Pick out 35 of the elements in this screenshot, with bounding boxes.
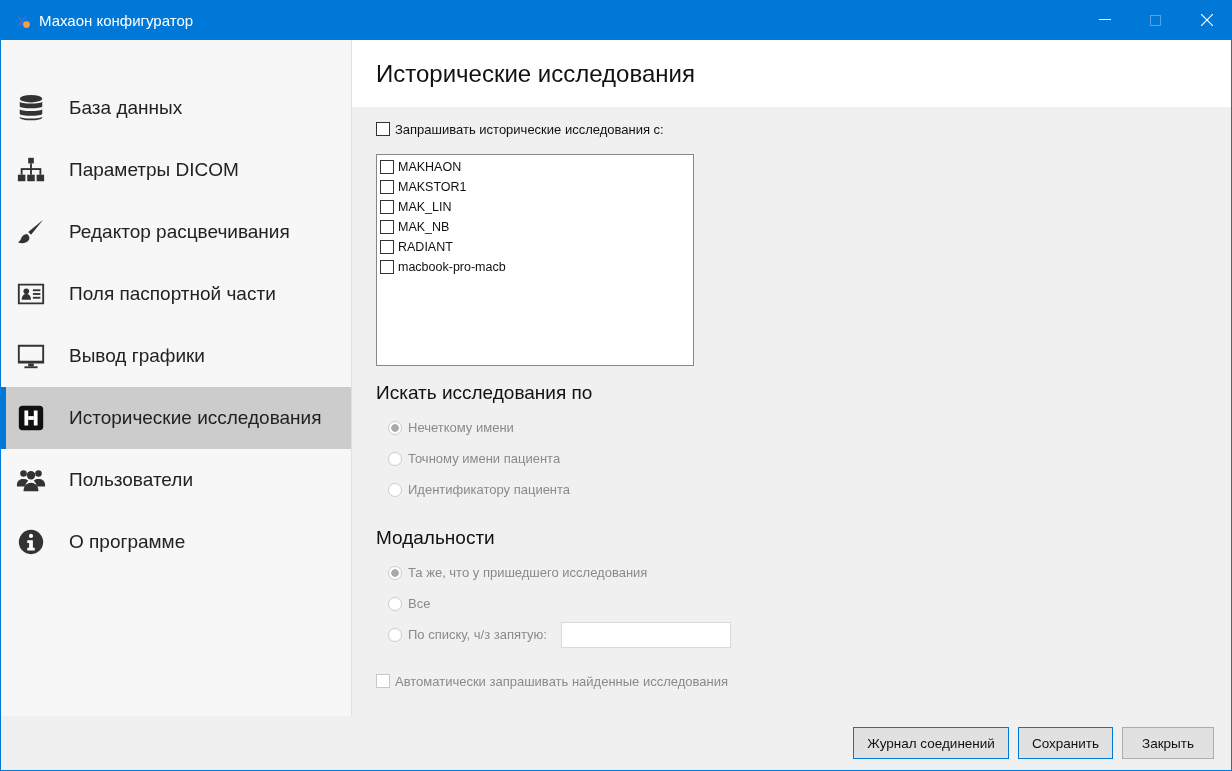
section-heading: Модальности (376, 527, 496, 549)
section-heading: Искать исследования по (376, 382, 594, 404)
sidebar-item[interactable]: Поля паспортной части (1, 263, 351, 325)
checkbox[interactable] (380, 180, 394, 194)
server-item[interactable]: RADIANT (380, 237, 690, 257)
sidebar-item[interactable]: Исторические исследования (1, 387, 351, 449)
sidebar-item[interactable]: Вывод графики (1, 325, 351, 387)
h-square-icon (16, 403, 46, 433)
dialog-button[interactable]: Сохранить (1017, 727, 1113, 759)
server-item[interactable]: MAK_NB (380, 217, 690, 237)
checkbox[interactable] (376, 122, 390, 136)
close-icon[interactable] (1201, 14, 1213, 26)
checkbox[interactable] (380, 260, 394, 274)
checkbox[interactable] (380, 200, 394, 214)
page-title: Исторические исследования (376, 59, 695, 88)
info-icon (16, 527, 46, 557)
sidebar-item[interactable]: Пользователи (1, 449, 351, 511)
sidebar-item[interactable]: Параметры DICOM (1, 139, 351, 201)
server-item[interactable]: MAKHAON (380, 157, 690, 177)
dialog-button[interactable]: Закрыть (1122, 727, 1214, 759)
window-title: Махаон конфигуратор (39, 11, 194, 29)
sidebar-item[interactable]: База данных (1, 77, 351, 139)
dialog-button[interactable]: Журнал соединений (853, 727, 1009, 759)
query-checkbox[interactable]: Запрашивать исторические исследования с: (376, 119, 1231, 139)
server-item[interactable]: MAKSTOR1 (380, 177, 690, 197)
checkbox[interactable] (380, 160, 394, 174)
butterfly-icon (13, 11, 31, 29)
server-item[interactable]: macbook-pro-macb (380, 257, 690, 277)
sidebar-item[interactable]: О программе (1, 511, 351, 573)
minimize-icon[interactable] (1099, 19, 1111, 21)
checkbox[interactable] (380, 240, 394, 254)
modality-list-field[interactable] (560, 621, 731, 648)
checkbox[interactable] (380, 220, 394, 234)
server-item[interactable]: MAK_LIN (380, 197, 690, 217)
sidebar-item[interactable]: Редактор расцвечивания (1, 201, 351, 263)
